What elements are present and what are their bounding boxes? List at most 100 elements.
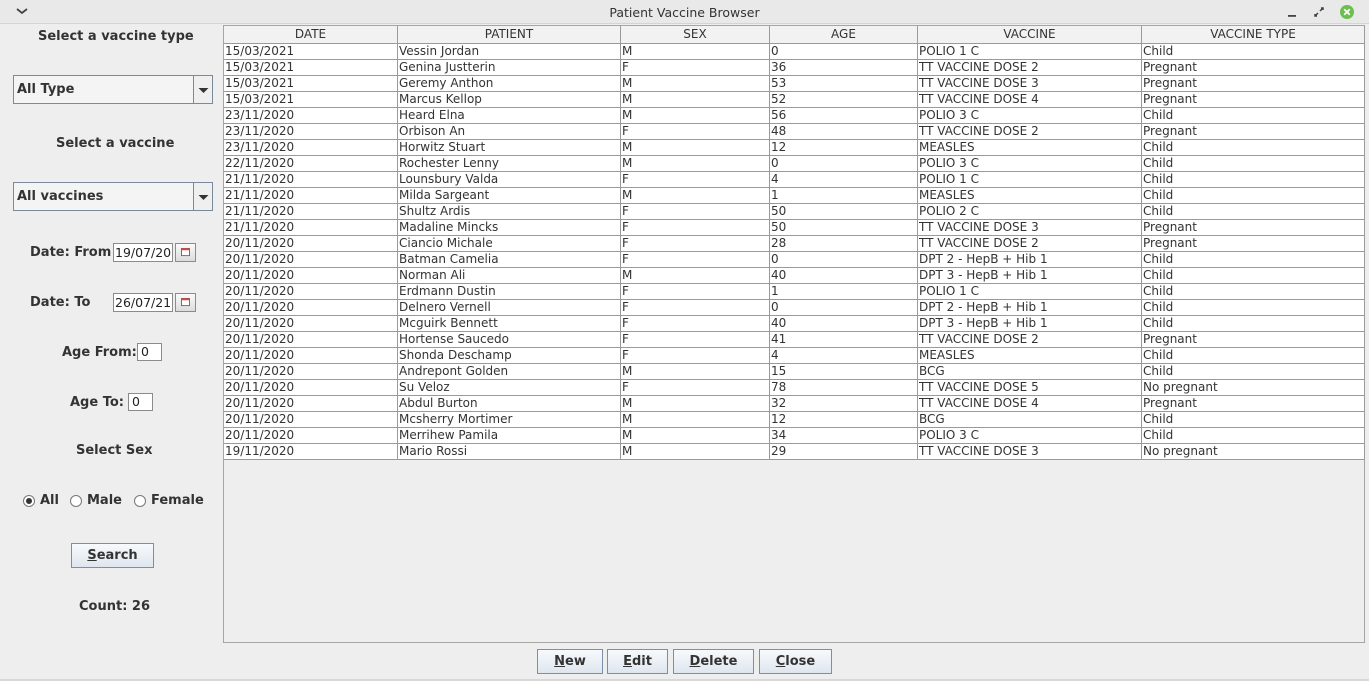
triangle-down-icon[interactable] xyxy=(193,183,212,210)
vaccine-cell: POLIO 1 C xyxy=(918,284,1142,300)
age-cell: 56 xyxy=(770,108,918,124)
table-row[interactable]: 15/03/2021 Vessin Jordan M 0 POLIO 1 C Child xyxy=(224,44,1365,60)
close-button[interactable]: Close xyxy=(759,649,832,674)
sex-cell: M xyxy=(621,268,770,284)
table-row[interactable]: 15/03/2021 Geremy Anthon M 53 TT VACCINE DOS… xyxy=(224,76,1365,92)
sex-cell: F xyxy=(621,316,770,332)
sex-cell: F xyxy=(621,220,770,236)
table-row[interactable]: 15/03/2021 Genina Justterin F 36 TT VACCINE … xyxy=(224,60,1365,76)
delete-label: elete xyxy=(700,654,738,669)
date-cell: 19/11/2020 xyxy=(224,444,398,460)
age-cell: 0 xyxy=(770,252,918,268)
table-row[interactable]: 20/11/2020 Mcguirk Bennett F 40 DPT 3 - HepB… xyxy=(224,316,1365,332)
vaccine-type-value: All Type xyxy=(17,82,75,97)
table-row[interactable]: 20/11/2020 Mcsherry Mortimer M 12 BCG Child xyxy=(224,412,1365,428)
table-row[interactable]: 23/11/2020 Heard Elna M 56 POLIO 3 C Child xyxy=(224,108,1365,124)
vaccine-cell: TT VACCINE DOSE 3 xyxy=(918,444,1142,460)
patient-cell: Mario Rossi xyxy=(398,444,621,460)
table-row[interactable]: 23/11/2020 Horwitz Stuart M 12 MEASLES Child xyxy=(224,140,1365,156)
vaccine-type-cell: Child xyxy=(1142,188,1365,204)
minimize-icon[interactable] xyxy=(1284,4,1300,20)
table-row[interactable]: 20/11/2020 Hortense Saucedo F 41 TT VACCINE … xyxy=(224,332,1365,348)
vaccine-cell: BCG xyxy=(918,364,1142,380)
sex-cell: F xyxy=(621,236,770,252)
date-cell: 23/11/2020 xyxy=(224,124,398,140)
date-cell: 20/11/2020 xyxy=(224,316,398,332)
age-cell: 4 xyxy=(770,348,918,364)
sex-cell: F xyxy=(621,124,770,140)
calendar-icon[interactable] xyxy=(175,293,196,312)
vaccine-cell: TT VACCINE DOSE 2 xyxy=(918,332,1142,348)
vaccine-cell: POLIO 3 C xyxy=(918,156,1142,172)
age-cell: 48 xyxy=(770,124,918,140)
delete-mnemonic: D xyxy=(689,654,701,669)
vaccine-cell: TT VACCINE DOSE 4 xyxy=(918,396,1142,412)
table-row[interactable]: 21/11/2020 Milda Sargeant M 1 MEASLES Child xyxy=(224,188,1365,204)
table-row[interactable]: 20/11/2020 Andrepont Golden M 15 BCG Child xyxy=(224,364,1365,380)
search-button[interactable]: Search xyxy=(71,543,154,568)
column-header-date[interactable]: DATE xyxy=(224,26,398,44)
new-button[interactable]: New xyxy=(537,649,603,674)
delete-button[interactable]: Delete xyxy=(673,649,754,674)
vaccine-type-cell: Pregnant xyxy=(1142,332,1365,348)
table-row[interactable]: 21/11/2020 Madaline Mincks F 50 TT VACCINE D… xyxy=(224,220,1365,236)
column-header-age[interactable]: AGE xyxy=(770,26,918,44)
table-row[interactable]: 22/11/2020 Rochester Lenny M 0 POLIO 3 C Chil… xyxy=(224,156,1365,172)
patient-cell: Madaline Mincks xyxy=(398,220,621,236)
age-cell: 1 xyxy=(770,188,918,204)
table-row[interactable]: 19/11/2020 Mario Rossi M 29 TT VACCINE DOSE … xyxy=(224,444,1365,460)
date-cell: 15/03/2021 xyxy=(224,76,398,92)
sex-radio-female[interactable]: Female xyxy=(134,493,204,508)
sex-cell: F xyxy=(621,204,770,220)
table-row[interactable]: 15/03/2021 Marcus Kellop M 52 TT VACCINE DOS… xyxy=(224,92,1365,108)
vaccine-cell: TT VACCINE DOSE 2 xyxy=(918,124,1142,140)
column-header-vaccine[interactable]: VACCINE xyxy=(918,26,1142,44)
age-cell: 50 xyxy=(770,204,918,220)
column-header-vaccine-type[interactable]: VACCINE TYPE xyxy=(1142,26,1365,44)
patient-cell: Rochester Lenny xyxy=(398,156,621,172)
table-row[interactable]: 20/11/2020 Abdul Burton M 32 TT VACCINE DOSE… xyxy=(224,396,1365,412)
sex-radio-all[interactable]: All xyxy=(23,493,59,508)
table-row[interactable]: 20/11/2020 Ciancio Michale F 28 TT VACCINE D… xyxy=(224,236,1365,252)
sex-cell: M xyxy=(621,44,770,60)
table-row[interactable]: 20/11/2020 Norman Ali M 40 DPT 3 - HepB + Hi… xyxy=(224,268,1365,284)
sex-radio-male[interactable]: Male xyxy=(70,493,122,508)
vaccine-type-cell: Child xyxy=(1142,412,1365,428)
vaccine-table[interactable]: DATE PATIENT SEX AGE VACCINE VACCINE TYP… xyxy=(223,25,1365,643)
date-from-field[interactable]: 19/07/20 xyxy=(113,243,173,262)
table-row[interactable]: 20/11/2020 Shonda Deschamp F 4 MEASLES Child xyxy=(224,348,1365,364)
age-cell: 53 xyxy=(770,76,918,92)
triangle-down-icon[interactable] xyxy=(193,76,212,103)
restore-icon[interactable] xyxy=(1311,4,1327,20)
table-row[interactable]: 20/11/2020 Delnero Vernell F 0 DPT 2 - HepB … xyxy=(224,300,1365,316)
vaccine-type-label: Select a vaccine type xyxy=(38,29,194,44)
date-to-field[interactable]: 26/07/21 xyxy=(113,293,173,312)
vaccine-cell: TT VACCINE DOSE 2 xyxy=(918,60,1142,76)
sex-cell: M xyxy=(621,156,770,172)
close-icon[interactable] xyxy=(1339,4,1355,20)
patient-cell: Heard Elna xyxy=(398,108,621,124)
sex-cell: F xyxy=(621,284,770,300)
column-header-sex[interactable]: SEX xyxy=(621,26,770,44)
age-to-field[interactable]: 0 xyxy=(128,393,153,411)
age-from-field[interactable]: 0 xyxy=(137,343,162,361)
calendar-icon[interactable] xyxy=(175,243,196,262)
table-row[interactable]: 21/11/2020 Shultz Ardis F 50 POLIO 2 C Child xyxy=(224,204,1365,220)
vaccine-select[interactable]: All vaccines xyxy=(13,182,213,211)
edit-button[interactable]: Edit xyxy=(607,649,668,674)
table-row[interactable]: 20/11/2020 Batman Camelia F 0 DPT 2 - HepB +… xyxy=(224,252,1365,268)
column-header-patient[interactable]: PATIENT xyxy=(398,26,621,44)
vaccine-type-select[interactable]: All Type xyxy=(13,75,213,104)
date-cell: 20/11/2020 xyxy=(224,428,398,444)
date-cell: 15/03/2021 xyxy=(224,92,398,108)
search-mnemonic: S xyxy=(87,548,97,563)
table-row[interactable]: 21/11/2020 Lounsbury Valda F 4 POLIO 1 C Chil… xyxy=(224,172,1365,188)
table-row[interactable]: 23/11/2020 Orbison An F 48 TT VACCINE DOSE 2… xyxy=(224,124,1365,140)
table-row[interactable]: 20/11/2020 Su Veloz F 78 TT VACCINE DOSE 5 No… xyxy=(224,380,1365,396)
age-cell: 41 xyxy=(770,332,918,348)
table-row[interactable]: 20/11/2020 Merrihew Pamila M 34 POLIO 3 C Chi… xyxy=(224,428,1365,444)
vaccine-cell: DPT 2 - HepB + Hib 1 xyxy=(918,252,1142,268)
age-cell: 0 xyxy=(770,300,918,316)
table-row[interactable]: 20/11/2020 Erdmann Dustin F 1 POLIO 1 C Child xyxy=(224,284,1365,300)
sex-cell: M xyxy=(621,364,770,380)
